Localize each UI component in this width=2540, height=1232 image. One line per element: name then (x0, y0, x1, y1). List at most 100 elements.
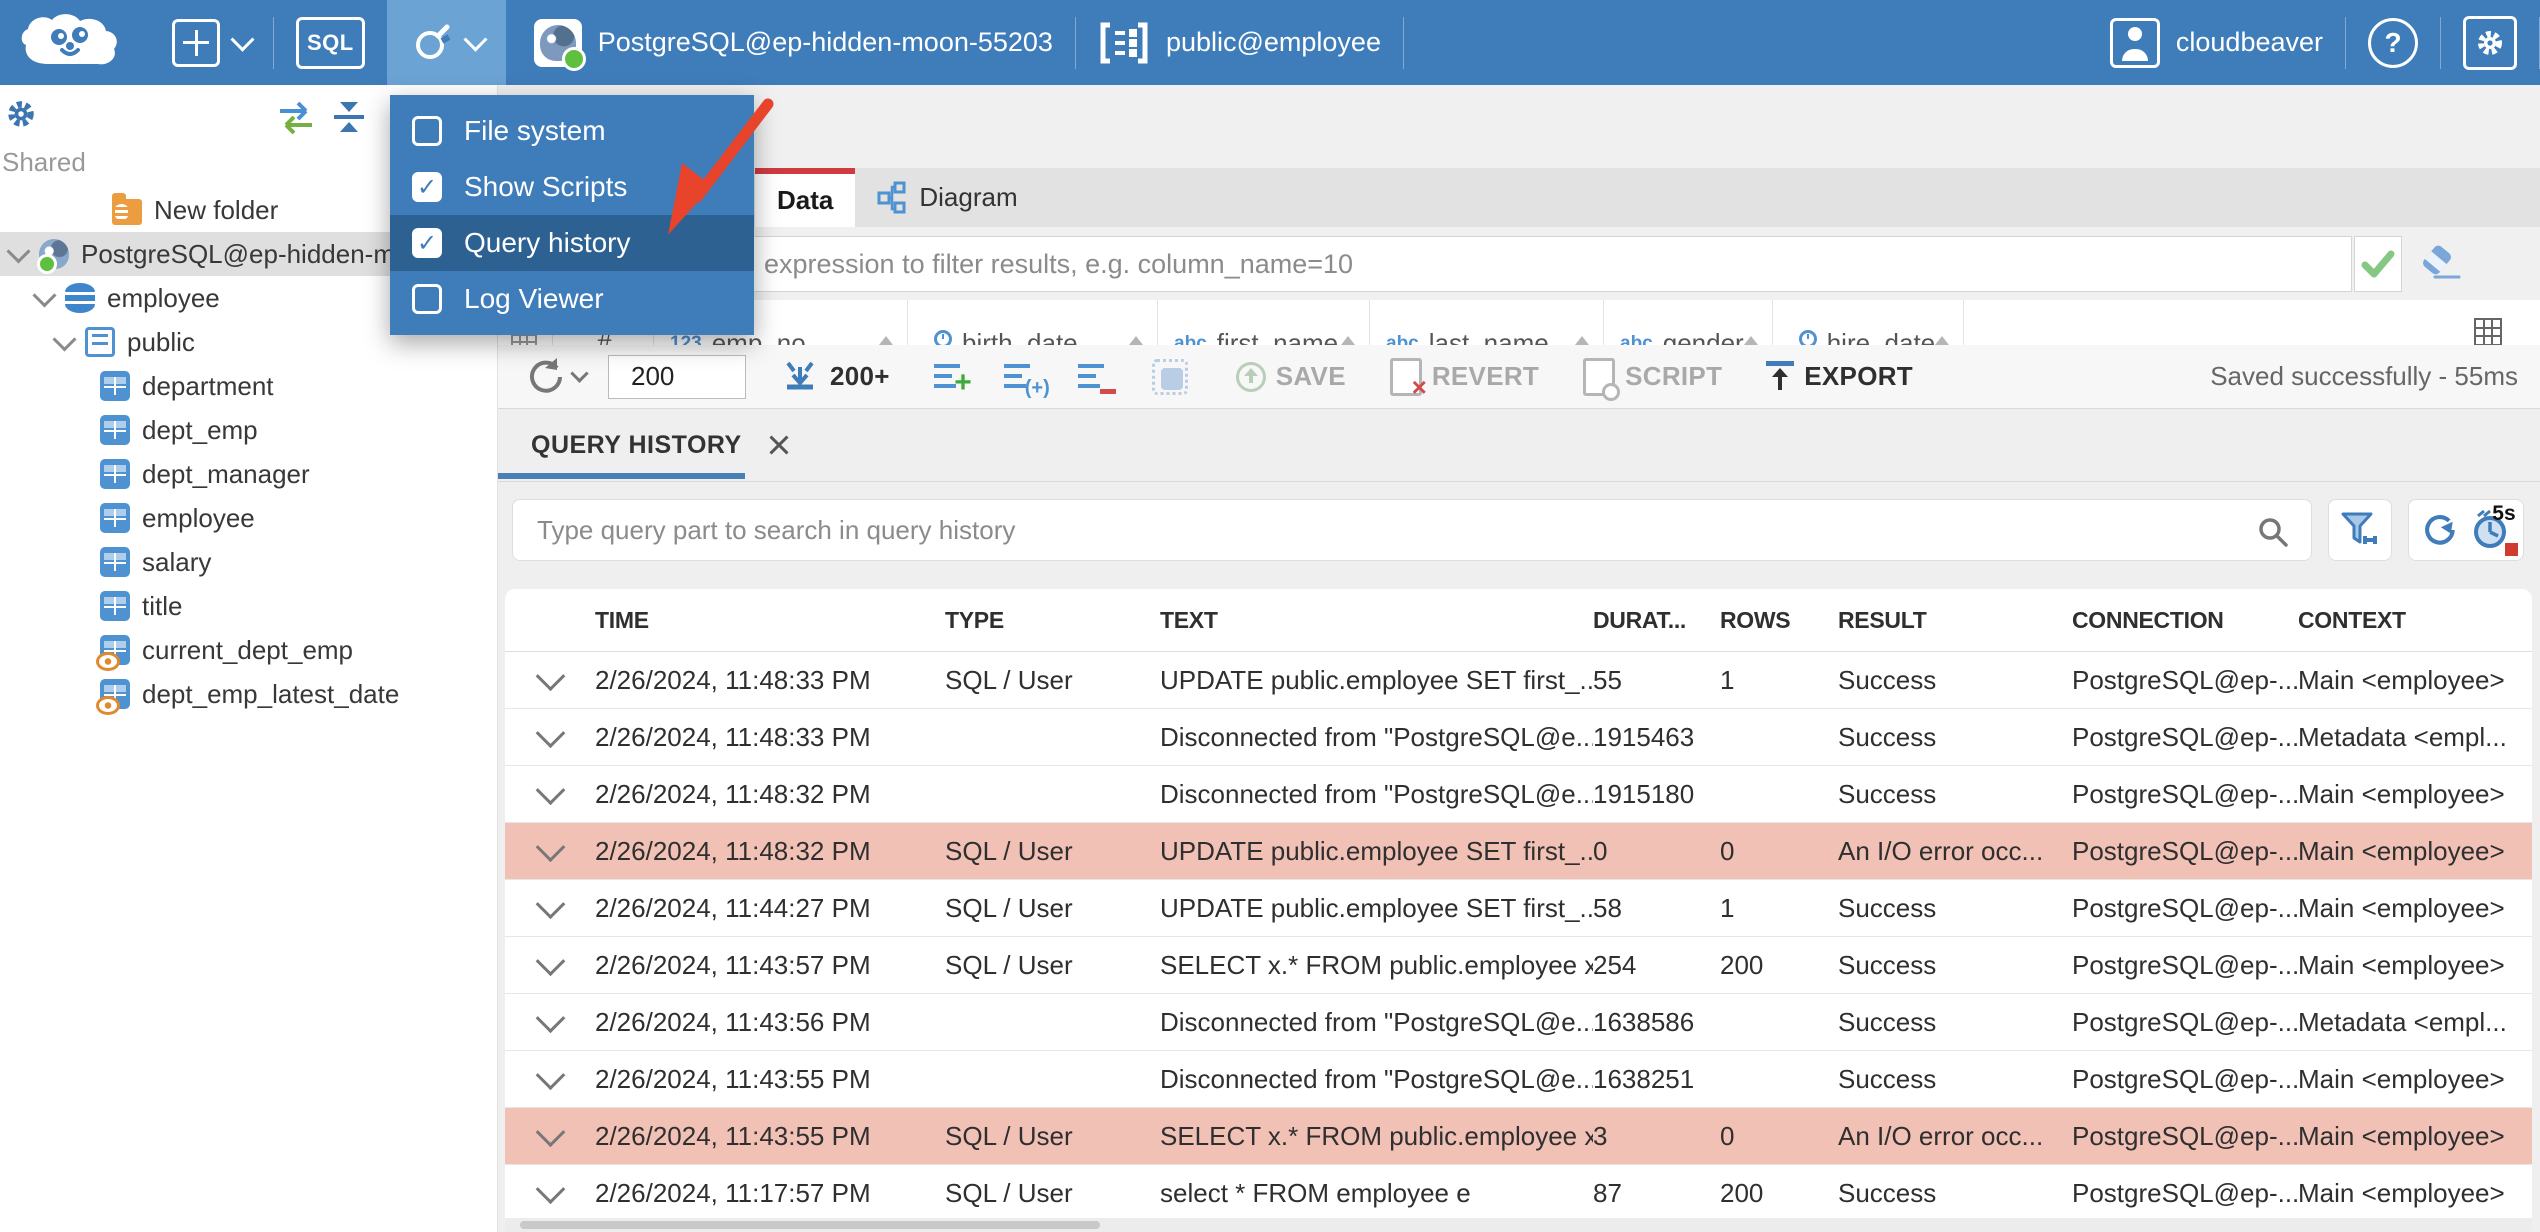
tools-menu-button[interactable] (386, 0, 506, 85)
new-object-button[interactable] (150, 0, 273, 85)
sort-icon[interactable] (1129, 336, 1143, 345)
expand-chevron-icon[interactable] (535, 840, 565, 862)
tree-item[interactable]: dept_emp_latest_date (0, 672, 497, 716)
expand-chevron-icon[interactable] (535, 669, 565, 691)
column-header-connection[interactable]: CONNECTION (2072, 607, 2298, 634)
sort-icon[interactable] (1575, 336, 1589, 345)
tree-item[interactable]: department (0, 364, 497, 408)
filter-expression-input[interactable] (497, 236, 2352, 292)
sort-icon[interactable] (1743, 336, 1758, 345)
expand-chevron-icon[interactable] (535, 1068, 565, 1090)
grid-column-header[interactable]: hire_date (1773, 300, 1965, 345)
tab-diagram[interactable]: Diagram (855, 168, 1039, 227)
horizontal-scrollbar[interactable] (505, 1218, 2532, 1232)
sort-icon[interactable] (879, 336, 893, 345)
query-history-filter-button[interactable] (2328, 499, 2392, 561)
expand-chevron-icon[interactable] (535, 1125, 565, 1147)
query-history-row[interactable]: 2/26/2024, 11:43:56 PM Disconnected from… (505, 994, 2532, 1051)
query-history-row[interactable]: 2/26/2024, 11:17:57 PM SQL / User select… (505, 1165, 2532, 1222)
expand-chevron-icon[interactable] (535, 726, 565, 748)
refresh-button[interactable] (523, 354, 589, 400)
tree-item[interactable]: title (0, 584, 497, 628)
row-text: Disconnected from "PostgreSQL@e... (1160, 778, 1593, 809)
query-history-row[interactable]: 2/26/2024, 11:44:27 PM SQL / User UPDATE… (505, 880, 2532, 937)
schema-selector[interactable]: public@employee (1076, 0, 1403, 85)
menu-item[interactable]: Show Scripts (390, 159, 754, 215)
column-header-rows[interactable]: ROWS (1720, 607, 1838, 634)
checkbox-icon[interactable] (412, 172, 442, 202)
query-history-row[interactable]: 2/26/2024, 11:48:33 PM Disconnected from… (505, 709, 2532, 766)
row-connection: PostgreSQL@ep-... (2072, 892, 2298, 923)
column-header-result[interactable]: RESULT (1838, 607, 2072, 634)
auto-refresh-button[interactable]: 5s (2470, 502, 2518, 556)
duplicate-button[interactable] (1151, 358, 1188, 395)
query-history-row[interactable]: 2/26/2024, 11:43:55 PM SQL / User SELECT… (505, 1108, 2532, 1165)
connection-label: PostgreSQL@ep-hidden-moon-55203 (597, 27, 1053, 57)
sort-icon[interactable] (1341, 336, 1355, 345)
sql-editor-button[interactable]: SQL (274, 0, 387, 85)
expand-chevron-icon[interactable] (535, 783, 565, 805)
tree-item[interactable]: dept_emp (0, 408, 497, 452)
chevron-down-icon[interactable] (52, 326, 77, 352)
column-header-context[interactable]: CONTEXT (2298, 607, 2532, 634)
column-header-text[interactable]: TEXT (1160, 607, 1593, 634)
sort-icon[interactable] (1935, 336, 1950, 345)
help-button[interactable]: ? (2346, 0, 2440, 85)
sidebar-settings-icon[interactable] (4, 97, 38, 131)
export-button[interactable]: EXPORT (1766, 360, 1913, 393)
grid-column-header[interactable]: birth_date (908, 300, 1158, 345)
column-header-time[interactable]: TIME (595, 607, 945, 634)
save-button[interactable]: SAVE (1235, 361, 1346, 392)
expand-chevron-icon[interactable] (535, 1182, 565, 1204)
tree-item[interactable]: employee (0, 496, 497, 540)
scrollbar-thumb[interactable] (520, 1221, 1100, 1229)
checkbox-icon[interactable] (412, 116, 442, 146)
grid-column-header[interactable]: abc first_name (1158, 300, 1370, 345)
expand-chevron-icon[interactable] (535, 954, 565, 976)
query-history-row[interactable]: 2/26/2024, 11:43:55 PM Disconnected from… (505, 1051, 2532, 1108)
chevron-down-icon[interactable] (32, 282, 57, 308)
menu-item[interactable]: File system (390, 103, 754, 159)
sync-connection-icon[interactable] (276, 99, 316, 135)
tree-item[interactable]: current_dept_emp (0, 628, 497, 672)
checkbox-icon[interactable] (412, 228, 442, 258)
revert-button[interactable]: REVERT (1389, 357, 1539, 403)
menu-item[interactable]: Query history (390, 215, 754, 271)
connection-selector[interactable]: PostgreSQL@ep-hidden-moon-55203 (506, 0, 1075, 85)
script-button[interactable]: SCRIPT (1583, 357, 1722, 401)
refresh-icon[interactable] (2418, 509, 2460, 551)
tree-item[interactable]: salary (0, 540, 497, 584)
expand-chevron-icon[interactable] (535, 897, 565, 919)
query-history-row[interactable]: 2/26/2024, 11:48:32 PM Disconnected from… (505, 766, 2532, 823)
expand-chevron-icon[interactable] (535, 1011, 565, 1033)
row-connection: PostgreSQL@ep-... (2072, 721, 2298, 752)
clear-filter-button[interactable] (2417, 243, 2461, 288)
table-icon (100, 371, 130, 401)
fetch-size-input[interactable] (608, 354, 746, 399)
query-history-row[interactable]: 2/26/2024, 11:48:33 PM SQL / User UPDATE… (505, 652, 2532, 709)
close-icon[interactable] (768, 434, 790, 456)
chevron-down-icon[interactable] (6, 238, 31, 264)
collapse-all-icon[interactable] (330, 99, 368, 135)
query-history-search-input[interactable] (512, 499, 2312, 561)
column-header-type[interactable]: TYPE (945, 607, 1160, 634)
checkbox-icon[interactable] (412, 284, 442, 314)
fetch-more-button[interactable]: 200+ (780, 357, 890, 397)
column-header-duration[interactable]: DURAT... (1593, 607, 1720, 634)
tab-data[interactable]: Data (755, 168, 856, 227)
tab-query-history[interactable]: QUERY HISTORY (497, 409, 808, 481)
user-menu[interactable]: cloudbeaver (2088, 0, 2345, 85)
grid-column-header[interactable]: abc last_name (1370, 300, 1604, 345)
add-row-button[interactable] (933, 362, 972, 400)
duplicate-row-button[interactable] (1003, 362, 1050, 400)
settings-button[interactable] (2441, 0, 2539, 85)
tree-item[interactable]: dept_manager (0, 452, 497, 496)
menu-item[interactable]: Log Viewer (390, 271, 754, 327)
grid-column-header[interactable]: abc gender (1604, 300, 1773, 345)
grid-view-icon[interactable] (2474, 318, 2502, 345)
query-history-row[interactable]: 2/26/2024, 11:43:57 PM SQL / User SELECT… (505, 937, 2532, 994)
delete-row-button[interactable] (1077, 362, 1116, 394)
query-history-row[interactable]: 2/26/2024, 11:48:32 PM SQL / User UPDATE… (505, 823, 2532, 880)
status-message: Saved successfully - 55ms (2210, 361, 2518, 391)
apply-filter-button[interactable] (2354, 236, 2402, 292)
